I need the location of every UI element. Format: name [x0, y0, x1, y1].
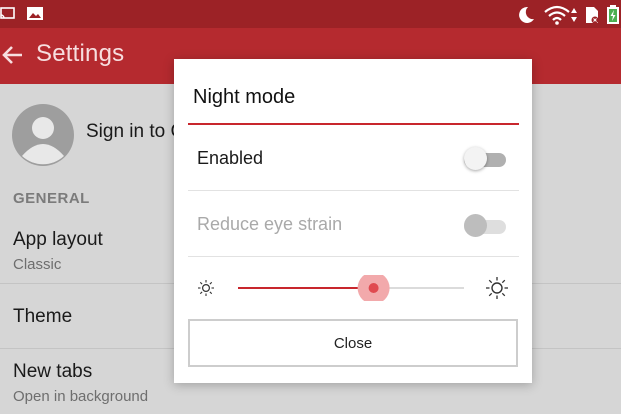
settings-item-subtitle: Open in background	[13, 388, 149, 405]
enabled-label: Enabled	[197, 148, 264, 168]
sim-icon	[586, 7, 599, 24]
enabled-toggle[interactable]	[464, 145, 506, 171]
title-underline	[188, 123, 519, 125]
dialog-title: Night mode	[193, 86, 296, 108]
divider	[188, 190, 519, 191]
night-mode-dialog: Night mode Enabled Reduce eye strain Clo…	[174, 59, 532, 383]
reduce-eye-strain-toggle[interactable]	[464, 212, 506, 238]
arrow-left-icon[interactable]	[0, 42, 26, 68]
close-button[interactable]: Close	[188, 319, 518, 367]
battery-icon	[607, 5, 619, 24]
avatar-icon	[12, 104, 74, 166]
brightness-slider[interactable]	[196, 275, 514, 301]
sign-in-label: Sign in to C	[86, 121, 185, 142]
toggle-thumb	[464, 214, 487, 237]
settings-item-title: New tabs	[13, 361, 93, 382]
reduce-eye-strain-label: Reduce eye strain	[197, 214, 343, 234]
moon-icon	[519, 6, 534, 23]
section-header-general: GENERAL	[13, 190, 90, 207]
settings-item-title: Theme	[13, 306, 73, 327]
settings-item-title: App layout	[13, 229, 103, 250]
sun-small-icon	[198, 280, 214, 296]
settings-item-subtitle: Classic	[13, 256, 62, 273]
page-title: Settings	[36, 40, 125, 67]
wifi-icon	[544, 5, 570, 25]
slider-thumb[interactable]	[368, 283, 379, 293]
divider	[188, 256, 519, 257]
status-bar	[0, 0, 621, 28]
toggle-thumb	[464, 147, 487, 170]
image-icon	[27, 7, 43, 20]
sun-large-icon	[486, 277, 508, 299]
cast-icon	[0, 7, 15, 19]
data-arrows-icon	[571, 8, 577, 22]
